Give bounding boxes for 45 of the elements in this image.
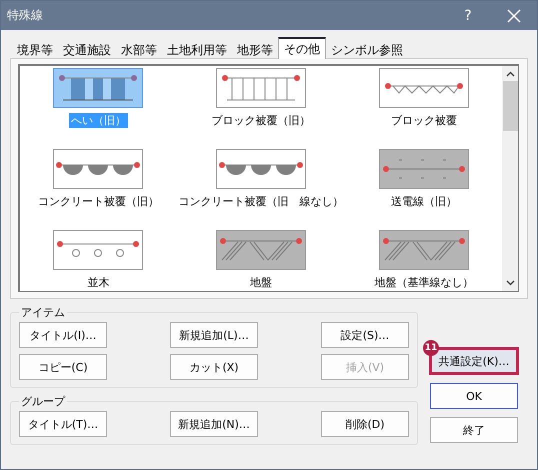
tab[interactable]: 水部等: [116, 40, 162, 58]
dialog-button[interactable]: 新規追加(N)…: [170, 411, 258, 437]
tab[interactable]: 境界等: [12, 40, 58, 58]
symbol-label: へい（旧）: [68, 113, 128, 128]
dialog-button[interactable]: 終了: [430, 417, 518, 443]
symbol-label: 地盤（基準線なし）: [373, 275, 474, 290]
window-title: 特殊線: [7, 7, 44, 24]
dialog-button[interactable]: OK: [430, 383, 518, 409]
dialog-button[interactable]: タイトル(T)…: [19, 411, 107, 437]
symbol-label: 並木: [86, 275, 110, 290]
line-symbol-icon[interactable]: [53, 230, 144, 270]
scroll-up-icon[interactable]: [506, 71, 514, 77]
dialog-button[interactable]: 新規追加(L)…: [170, 322, 258, 348]
scrollbar-thumb[interactable]: [502, 81, 518, 131]
tab[interactable]: その他: [278, 37, 326, 59]
symbol-label: コンクリート被覆（旧 線なし）: [178, 194, 344, 209]
symbol-label: 送電線（旧）: [390, 194, 458, 209]
group-title: グループ: [20, 394, 66, 409]
help-button[interactable]: ?: [445, 1, 491, 30]
group-title: アイテム: [20, 305, 66, 320]
line-symbol-icon[interactable]: [216, 149, 306, 189]
tab[interactable]: 地形等: [232, 40, 278, 58]
symbol-label: 地盤: [249, 275, 273, 290]
symbol-label: コンクリート被覆（旧）: [36, 194, 160, 209]
scroll-down-icon[interactable]: [506, 280, 514, 286]
line-symbol-icon[interactable]: [216, 68, 306, 108]
dialog-button[interactable]: 削除(D): [321, 411, 409, 437]
step-marker: 11: [423, 340, 439, 356]
line-symbol-icon[interactable]: [378, 230, 469, 270]
symbol-label: ブロック被覆（旧）: [210, 113, 312, 128]
close-icon: [507, 8, 521, 22]
tab[interactable]: 交通施設: [58, 40, 116, 58]
line-symbol-icon[interactable]: [216, 230, 306, 270]
line-symbol-icon[interactable]: [53, 149, 144, 189]
line-symbol-icon[interactable]: [53, 68, 144, 108]
line-symbol-icon[interactable]: [378, 149, 469, 189]
dialog-button[interactable]: 設定(S)…: [321, 322, 409, 348]
tab[interactable]: 土地利用等: [162, 40, 232, 58]
tab[interactable]: シンボル参照: [326, 40, 408, 58]
dialog-button[interactable]: カット(X): [170, 354, 258, 380]
dialog-button[interactable]: コピー(C): [19, 354, 107, 380]
line-symbol-icon[interactable]: [378, 68, 469, 108]
symbol-label: ブロック被覆: [390, 113, 458, 128]
scrollbar[interactable]: [502, 66, 518, 291]
dialog-button[interactable]: タイトル(I)…: [19, 322, 107, 348]
